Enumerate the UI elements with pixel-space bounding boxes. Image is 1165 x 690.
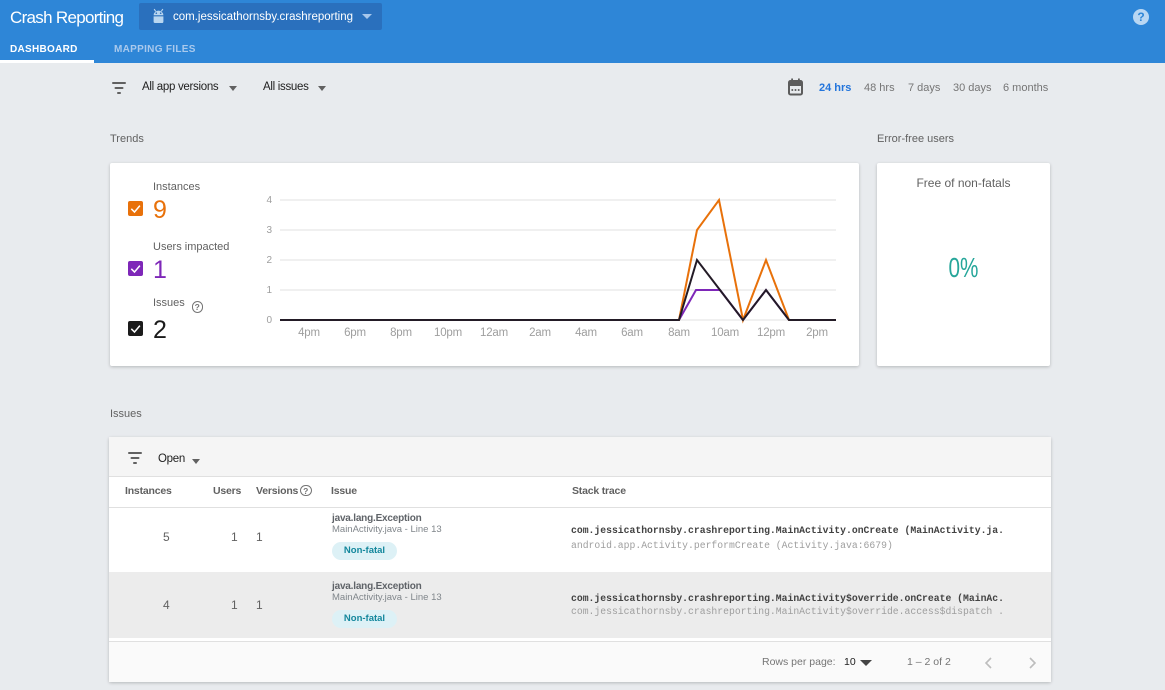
svg-text:10pm: 10pm (434, 327, 462, 339)
svg-text:4: 4 (266, 195, 272, 206)
svg-text:4am: 4am (575, 327, 597, 339)
svg-text:2am: 2am (529, 327, 551, 339)
svg-text:8am: 8am (668, 327, 690, 339)
svg-text:4pm: 4pm (298, 327, 320, 339)
svg-text:1: 1 (266, 285, 272, 296)
svg-text:2pm: 2pm (806, 327, 828, 339)
svg-text:3: 3 (266, 225, 272, 236)
svg-text:0: 0 (266, 315, 272, 326)
svg-text:12am: 12am (480, 327, 508, 339)
svg-text:6pm: 6pm (344, 327, 366, 339)
svg-text:6am: 6am (621, 327, 643, 339)
svg-text:2: 2 (266, 255, 272, 266)
svg-text:10am: 10am (711, 327, 739, 339)
svg-text:12pm: 12pm (757, 327, 785, 339)
svg-text:8pm: 8pm (390, 327, 412, 339)
